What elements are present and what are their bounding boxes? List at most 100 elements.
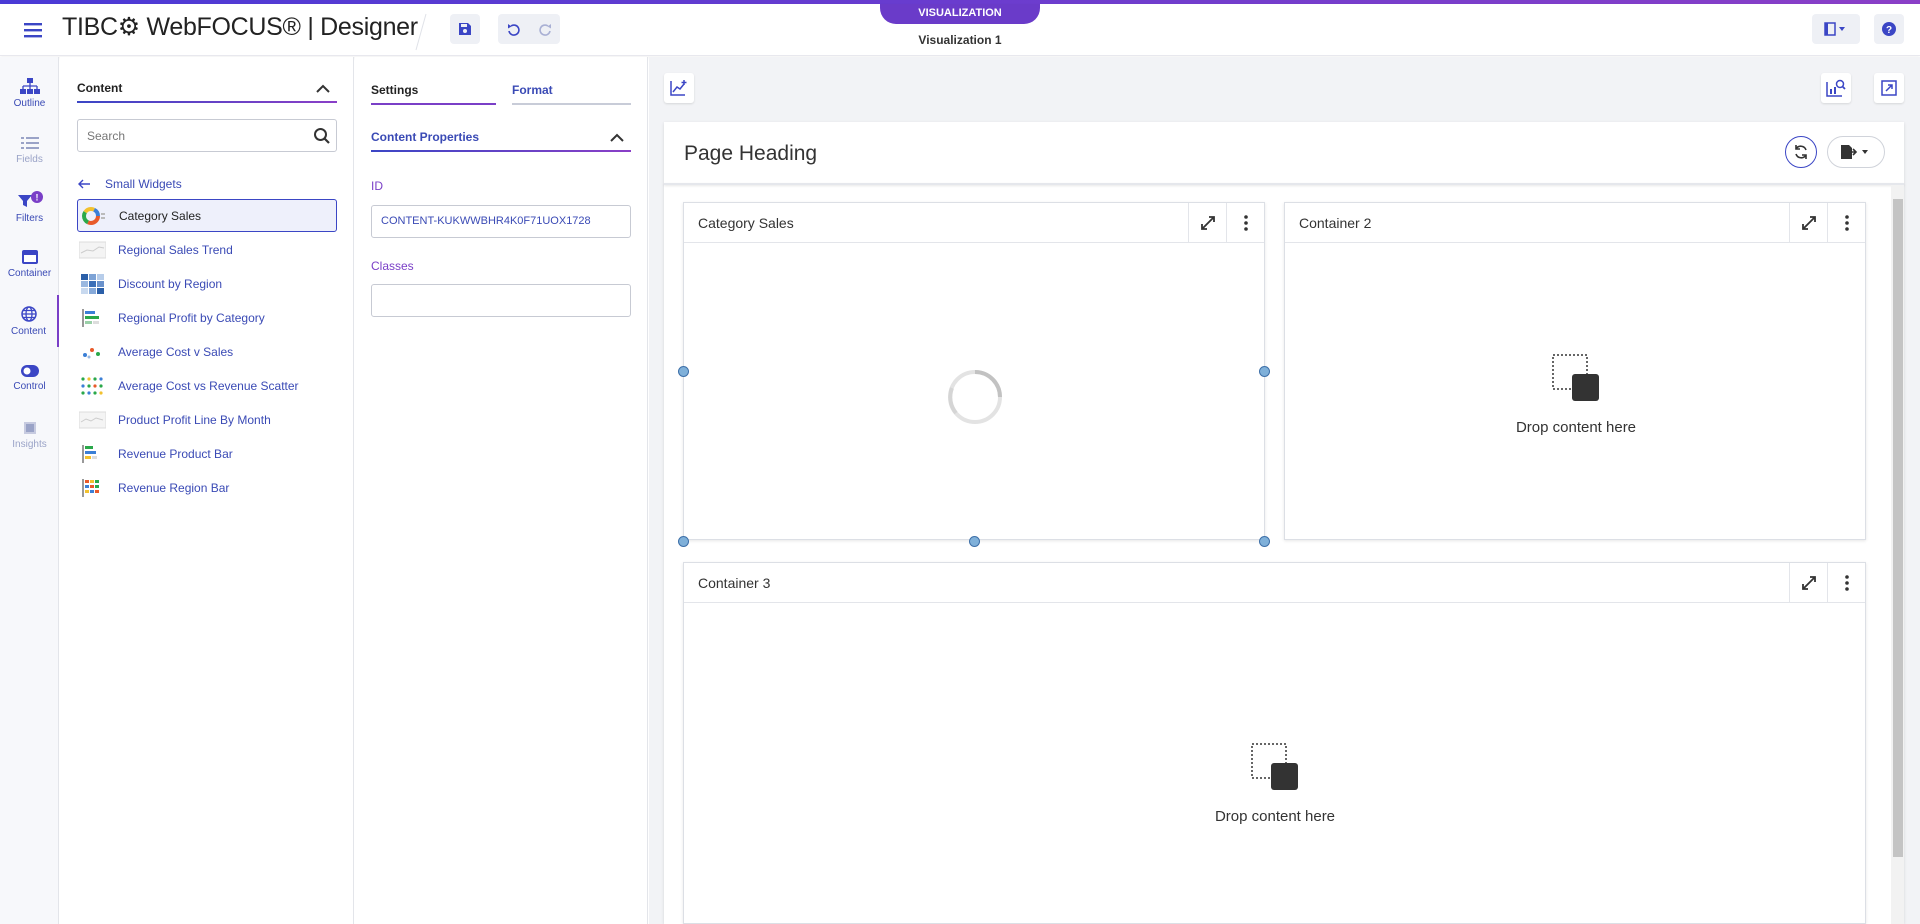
- rail-item-fields[interactable]: Fields: [0, 124, 59, 176]
- id-field[interactable]: CONTENT-KUKWWBHR4K0F71UOX1728: [371, 205, 631, 238]
- undo-icon[interactable]: [507, 22, 521, 36]
- collapse-chevron-icon[interactable]: [315, 81, 331, 97]
- control-icon: [20, 364, 39, 377]
- header-divider: [414, 12, 428, 52]
- content-search-input[interactable]: [77, 119, 337, 152]
- drop-content-icon: [1251, 743, 1298, 790]
- scrollbar-thumb[interactable]: [1893, 199, 1903, 857]
- layout-dropdown-icon: [1824, 22, 1845, 36]
- fullscreen-button[interactable]: [1874, 73, 1904, 103]
- rail-item-insights[interactable]: Insights: [0, 409, 59, 461]
- tab-settings[interactable]: Settings: [371, 83, 496, 105]
- help-button[interactable]: ?: [1874, 14, 1904, 44]
- expand-diagonal-icon: [1200, 216, 1215, 230]
- line-chart-thumb-icon: [79, 411, 106, 428]
- svg-text:!: !: [35, 192, 38, 202]
- widget-label: Discount by Region: [118, 276, 223, 291]
- refresh-button[interactable]: [1785, 136, 1817, 168]
- page-heading[interactable]: Page Heading: [684, 142, 817, 166]
- resize-handle-bottom-left[interactable]: [678, 536, 689, 547]
- widget-label: Revenue Region Bar: [118, 480, 230, 495]
- classes-label: Classes: [371, 259, 414, 273]
- container-2[interactable]: Container 2 Drop content here: [1284, 202, 1866, 540]
- design-canvas: Page Heading Category Sales Container 2 …: [649, 57, 1920, 924]
- classes-field[interactable]: [371, 284, 631, 317]
- expand-panel-button[interactable]: [1188, 203, 1226, 243]
- scatter-thumb-icon: [83, 347, 100, 358]
- content-panel-header: Content: [77, 81, 337, 103]
- widget-label: Regional Profit by Category: [118, 310, 265, 325]
- search-icon[interactable]: [313, 127, 331, 145]
- panel-header: Container 2: [1285, 203, 1865, 243]
- content-icon: [20, 305, 37, 322]
- rail-label: Control: [13, 380, 46, 392]
- drop-zone[interactable]: Drop content here: [1476, 353, 1676, 436]
- panel-title: Container 3: [698, 575, 771, 591]
- stacked-bar-thumb-icon: [82, 444, 97, 463]
- rail-item-outline[interactable]: Outline: [0, 67, 59, 119]
- resize-handle-right[interactable]: [1259, 366, 1270, 377]
- properties-panel: Settings Format Content Properties ID CO…: [355, 57, 648, 924]
- save-button[interactable]: [450, 14, 480, 44]
- widget-item-revenue-product-bar[interactable]: Revenue Product Bar: [77, 437, 337, 470]
- grouped-bar-thumb-icon: [82, 478, 99, 497]
- bar-chart-thumb-icon: [82, 308, 99, 327]
- content-properties-header[interactable]: Content Properties: [371, 130, 631, 152]
- container-category-sales[interactable]: Category Sales: [678, 202, 1270, 547]
- panel-menu-button[interactable]: [1827, 563, 1865, 603]
- id-label: ID: [371, 179, 383, 193]
- export-menu-button[interactable]: [1827, 136, 1885, 168]
- drop-zone[interactable]: Drop content here: [1175, 742, 1375, 825]
- widget-item-discount-by-region[interactable]: Discount by Region: [77, 267, 337, 300]
- donut-chart-thumb-icon: [82, 206, 105, 225]
- panel-menu-button[interactable]: [1226, 203, 1264, 243]
- panel-header: Category Sales: [684, 203, 1264, 243]
- container-3[interactable]: Container 3 Drop content here: [683, 562, 1866, 924]
- hamburger-menu-icon[interactable]: [22, 19, 44, 41]
- widget-item-regional-profit-by-category[interactable]: Regional Profit by Category: [77, 301, 337, 334]
- widget-item-regional-sales-trend[interactable]: Regional Sales Trend: [77, 233, 337, 266]
- add-chart-icon: [670, 80, 687, 96]
- widget-label: Product Profit Line By Month: [118, 412, 271, 427]
- export-dropdown-icon: [1841, 145, 1868, 159]
- panel-menu-button[interactable]: [1827, 203, 1865, 243]
- expand-panel-button[interactable]: [1789, 563, 1827, 603]
- content-properties-title: Content Properties: [371, 130, 480, 144]
- refresh-icon: [1795, 145, 1807, 159]
- resize-handle-bottom[interactable]: [969, 536, 980, 547]
- rail-item-filters[interactable]: ! Filters: [0, 181, 59, 233]
- tab-format[interactable]: Format: [512, 83, 631, 105]
- content-panel-title: Content: [77, 81, 123, 95]
- fields-icon: [20, 136, 39, 149]
- widget-item-category-sales[interactable]: Category Sales: [77, 199, 337, 232]
- widget-item-revenue-region-bar[interactable]: Revenue Region Bar: [77, 471, 337, 504]
- vertical-scrollbar[interactable]: [1891, 185, 1904, 924]
- content-panel: Content Small Widgets Category Sales Reg…: [60, 57, 354, 924]
- redo-icon[interactable]: [538, 22, 552, 36]
- resize-handle-bottom-right[interactable]: [1259, 536, 1270, 547]
- widget-item-average-cost-v-sales[interactable]: Average Cost v Sales: [77, 335, 337, 368]
- widget-label: Average Cost v Sales: [118, 344, 234, 359]
- add-chart-button[interactable]: [664, 73, 694, 103]
- widget-item-product-profit-line-by-month[interactable]: Product Profit Line By Month: [77, 403, 337, 436]
- rail-item-content[interactable]: Content: [0, 295, 59, 347]
- collapse-chevron-icon[interactable]: [609, 130, 625, 146]
- back-to-small-widgets[interactable]: Small Widgets: [77, 173, 337, 195]
- expand-panel-button[interactable]: [1789, 203, 1827, 243]
- more-vertical-icon: [1844, 215, 1849, 231]
- rail-item-control[interactable]: Control: [0, 352, 59, 404]
- drop-text: Drop content here: [1515, 419, 1637, 436]
- inspect-chart-button[interactable]: [1821, 73, 1851, 103]
- layout-menu-button[interactable]: [1812, 14, 1860, 44]
- widget-label: Regional Sales Trend: [118, 242, 233, 257]
- save-icon: [459, 23, 471, 35]
- rail-item-container[interactable]: Container: [0, 238, 59, 290]
- expand-diagonal-icon: [1801, 576, 1816, 590]
- widget-item-average-cost-vs-revenue-scatter[interactable]: Average Cost vs Revenue Scatter: [77, 369, 337, 402]
- help-icon: ?: [1882, 22, 1896, 36]
- widget-label: Average Cost vs Revenue Scatter: [118, 378, 299, 393]
- line-chart-thumb-icon: [79, 241, 106, 258]
- visualization-badge: VISUALIZATION: [880, 4, 1040, 24]
- resize-handle-left[interactable]: [678, 366, 689, 377]
- app-header: TIBC⚙ WebFOCUS® | Designer VISUALIZATION…: [0, 4, 1920, 56]
